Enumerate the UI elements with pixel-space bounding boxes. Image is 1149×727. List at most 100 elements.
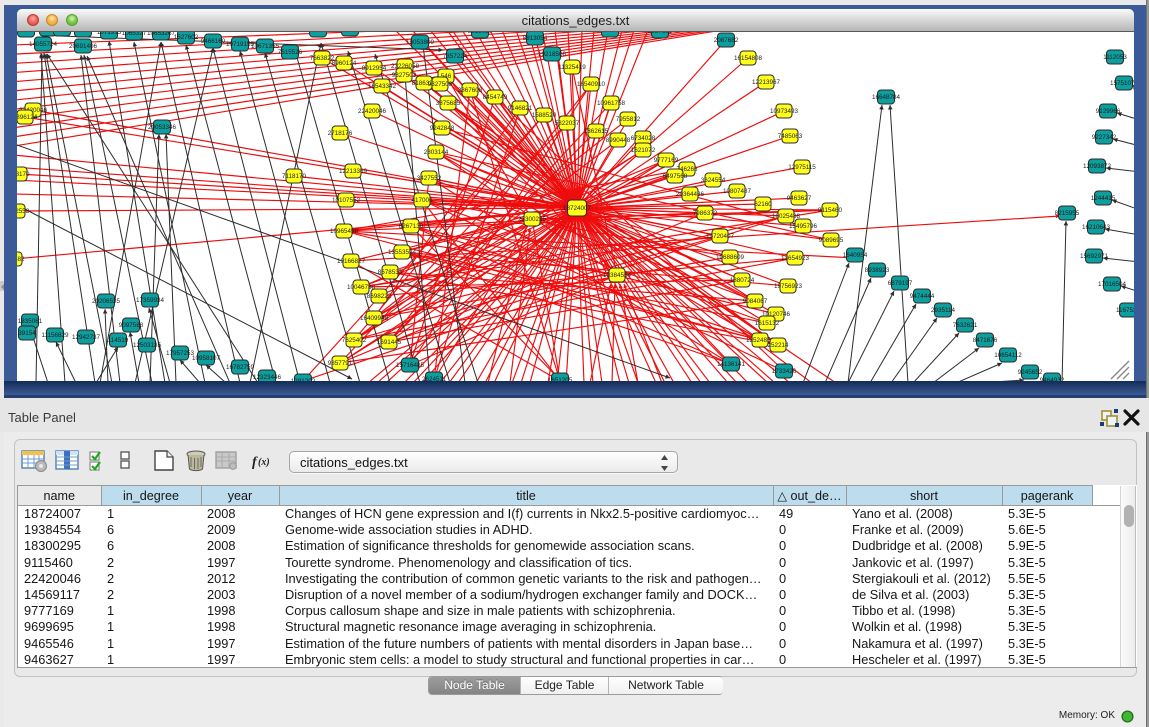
svg-text:10025488: 10025488 bbox=[772, 213, 801, 220]
svg-text:1691445: 1691445 bbox=[377, 339, 402, 346]
svg-text:252214: 252214 bbox=[767, 342, 789, 349]
svg-text:1621072: 1621072 bbox=[631, 147, 656, 154]
svg-text:11156829: 11156829 bbox=[41, 332, 69, 339]
svg-text:1733426: 1733426 bbox=[772, 368, 797, 375]
svg-text:20206535: 20206535 bbox=[92, 298, 121, 305]
svg-text:3875685: 3875685 bbox=[436, 100, 461, 107]
svg-text:2803144: 2803144 bbox=[424, 149, 449, 156]
svg-text:8990448: 8990448 bbox=[606, 137, 631, 144]
svg-text:8678533: 8678533 bbox=[378, 269, 403, 276]
svg-text:9084067: 9084067 bbox=[743, 298, 768, 305]
svg-text:10973493: 10973493 bbox=[770, 108, 799, 115]
svg-text:2935114: 2935114 bbox=[931, 307, 956, 314]
svg-text:13654923: 13654923 bbox=[781, 255, 810, 262]
svg-text:1112053: 1112053 bbox=[1103, 54, 1127, 61]
svg-text:7515526: 7515526 bbox=[278, 49, 303, 56]
svg-text:9827503: 9827503 bbox=[392, 72, 417, 79]
svg-text:9242848: 9242848 bbox=[430, 125, 455, 132]
svg-text:3427552: 3427552 bbox=[417, 175, 442, 182]
svg-text:15692971: 15692971 bbox=[1080, 253, 1109, 260]
svg-text:9474444: 9474444 bbox=[910, 293, 935, 300]
svg-text:20691406: 20691406 bbox=[69, 43, 98, 50]
svg-text:7357224: 7357224 bbox=[443, 53, 468, 60]
svg-text:16782759: 16782759 bbox=[226, 364, 255, 371]
svg-text:9327508: 9327508 bbox=[428, 81, 453, 88]
svg-text:8960124: 8960124 bbox=[332, 60, 357, 67]
svg-text:9097588: 9097588 bbox=[119, 322, 144, 329]
svg-text:8960120: 8960120 bbox=[338, 32, 363, 33]
svg-text:1835061: 1835061 bbox=[18, 318, 43, 325]
svg-text:16648784: 16648784 bbox=[872, 94, 901, 101]
svg-text:19756923: 19756923 bbox=[774, 283, 803, 290]
svg-text:(x): (x) bbox=[258, 457, 270, 468]
svg-text:10654112: 10654112 bbox=[994, 352, 1022, 359]
svg-text:9245652: 9245652 bbox=[1018, 369, 1043, 376]
svg-text:1244415: 1244415 bbox=[1091, 195, 1116, 202]
svg-text:553382: 553382 bbox=[17, 256, 25, 263]
svg-text:9857791: 9857791 bbox=[328, 360, 353, 367]
svg-text:20364436: 20364436 bbox=[676, 191, 705, 198]
svg-text:10653267: 10653267 bbox=[147, 32, 176, 37]
svg-text:22420046: 22420046 bbox=[358, 108, 387, 115]
svg-text:7632621: 7632621 bbox=[953, 322, 978, 329]
svg-text:2087680: 2087680 bbox=[598, 32, 623, 34]
svg-text:10107552: 10107552 bbox=[332, 197, 361, 204]
svg-text:13553594: 13553594 bbox=[388, 249, 417, 256]
svg-text:3624554: 3624554 bbox=[701, 177, 726, 184]
svg-text:12503135: 12503135 bbox=[133, 342, 162, 349]
svg-text:9896124: 9896124 bbox=[17, 114, 38, 121]
svg-text:10688609: 10688609 bbox=[716, 254, 745, 261]
svg-text:12093872: 12093872 bbox=[1083, 163, 1112, 170]
svg-text:10958107: 10958107 bbox=[192, 355, 221, 362]
svg-text:7118170: 7118170 bbox=[282, 173, 307, 180]
svg-text:2867608: 2867608 bbox=[458, 87, 483, 94]
svg-text:2624511: 2624511 bbox=[422, 376, 447, 381]
svg-text:16543342: 16543342 bbox=[368, 83, 397, 90]
svg-text:1527602: 1527602 bbox=[174, 34, 199, 41]
svg-text:12942737: 12942737 bbox=[72, 334, 101, 341]
svg-text:39154: 39154 bbox=[18, 330, 36, 337]
svg-text:1651205: 1651205 bbox=[548, 377, 573, 381]
svg-text:7955812: 7955812 bbox=[616, 116, 641, 123]
svg-text:17016504: 17016504 bbox=[1098, 281, 1127, 288]
svg-text:20053346: 20053346 bbox=[148, 124, 177, 131]
svg-text:8267130: 8267130 bbox=[399, 223, 424, 230]
svg-text:23300235: 23300235 bbox=[518, 216, 547, 223]
svg-text:9089695: 9089695 bbox=[819, 237, 844, 244]
svg-text:9227342: 9227342 bbox=[1092, 134, 1117, 141]
svg-text:7485063: 7485063 bbox=[778, 133, 803, 140]
svg-text:15716485: 15716485 bbox=[396, 362, 425, 369]
svg-text:9129966: 9129966 bbox=[1096, 108, 1121, 115]
svg-text:6879197: 6879197 bbox=[888, 280, 913, 287]
svg-text:9463627: 9463627 bbox=[787, 195, 812, 202]
svg-text:1291202: 1291202 bbox=[291, 378, 316, 381]
svg-text:9464932: 9464932 bbox=[1040, 377, 1065, 381]
svg-text:15720407: 15720407 bbox=[706, 233, 735, 240]
svg-text:9777169: 9777169 bbox=[654, 157, 679, 164]
svg-text:1167534: 1167534 bbox=[1116, 307, 1134, 314]
svg-text:1615132: 1615132 bbox=[755, 320, 780, 327]
svg-text:2087682: 2087682 bbox=[714, 37, 739, 44]
svg-text:8912954: 8912954 bbox=[362, 65, 387, 72]
svg-text:12975115: 12975115 bbox=[788, 164, 816, 171]
svg-text:16409948: 16409948 bbox=[360, 315, 389, 322]
svg-text:16540910: 16540910 bbox=[577, 81, 606, 88]
svg-text:1012553: 1012553 bbox=[17, 208, 30, 215]
svg-text:19166827: 19166827 bbox=[337, 258, 366, 265]
svg-text:19218506: 19218506 bbox=[538, 51, 567, 58]
svg-text:16154808: 16154808 bbox=[734, 55, 763, 62]
svg-text:7986372: 7986372 bbox=[693, 210, 718, 217]
svg-text:8938923: 8938923 bbox=[865, 267, 890, 274]
svg-text:11325419: 11325419 bbox=[558, 64, 586, 71]
svg-text:12213369: 12213369 bbox=[339, 168, 368, 175]
svg-text:8813054: 8813054 bbox=[523, 35, 548, 42]
svg-text:10807487: 10807487 bbox=[723, 188, 752, 195]
svg-text:12323446: 12323446 bbox=[253, 374, 282, 381]
svg-text:2069140: 2069140 bbox=[71, 32, 96, 34]
svg-text:1640954: 1640954 bbox=[843, 252, 868, 259]
svg-text:16053809: 16053809 bbox=[406, 39, 435, 46]
svg-text:18724007: 18724007 bbox=[563, 205, 592, 212]
svg-text:8813050: 8813050 bbox=[468, 32, 493, 35]
svg-text:9466160: 9466160 bbox=[201, 38, 226, 45]
svg-text:10671355: 10671355 bbox=[251, 43, 280, 50]
